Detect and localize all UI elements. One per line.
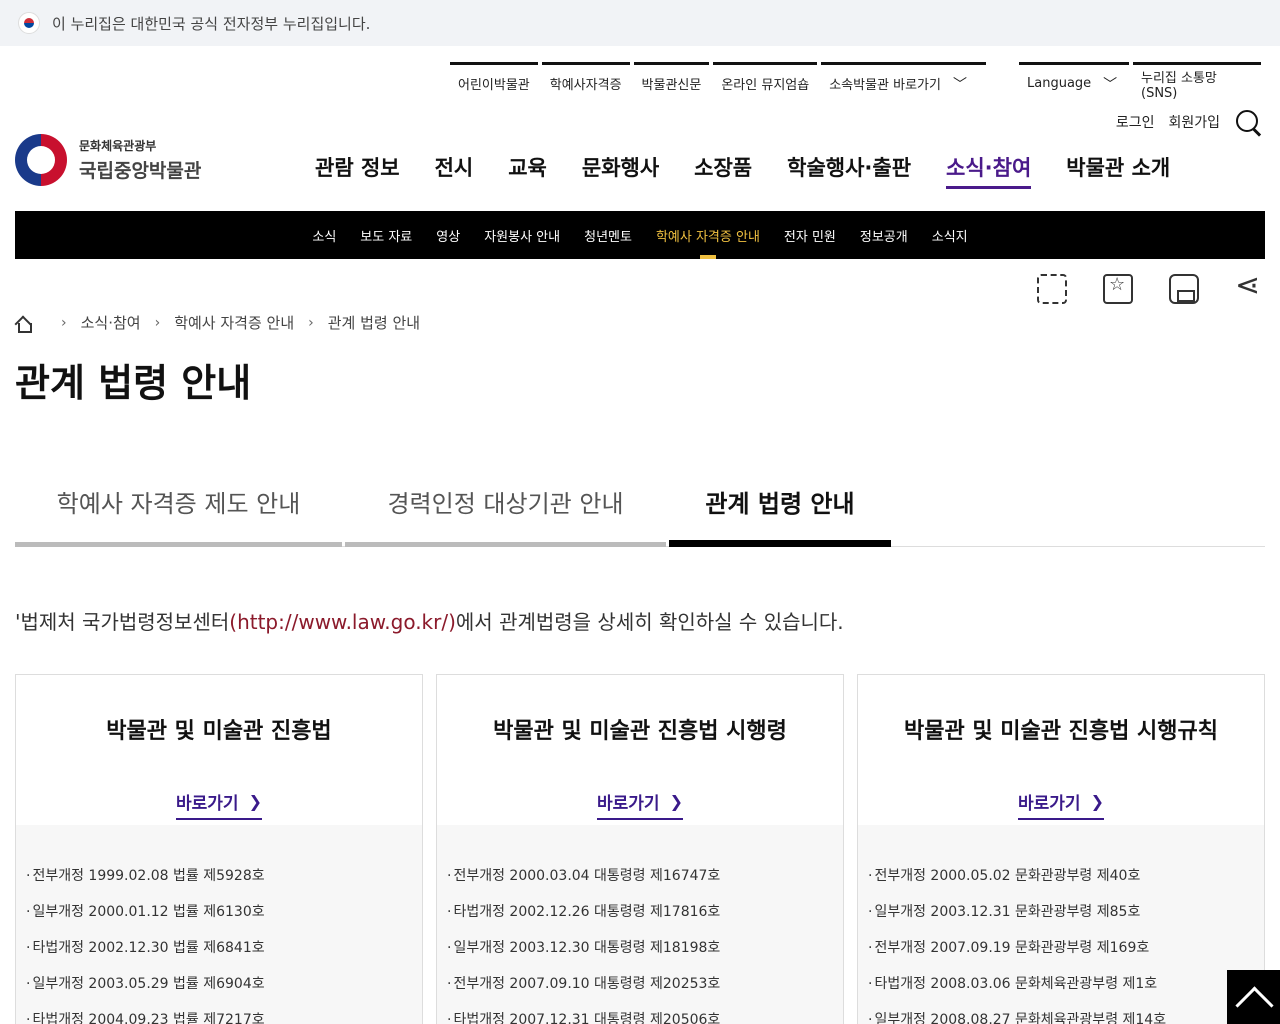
- util-curator-cert[interactable]: 학예사자격증: [541, 62, 630, 102]
- list-item: 전부개정 2000.05.02 문화관광부령 제40호: [868, 865, 1254, 901]
- chevron-right-icon: ›: [308, 314, 314, 331]
- nav-exhibition[interactable]: 전시: [435, 152, 474, 189]
- list-item: 전부개정 2000.03.04 대통령령 제16747호: [447, 865, 833, 901]
- sns-menu[interactable]: 누리집 소통망(SNS): [1133, 62, 1261, 102]
- nav-collection[interactable]: 소장품: [694, 152, 752, 189]
- tab-cert-system[interactable]: 학예사 자격증 제도 안내: [15, 470, 342, 547]
- site-logo[interactable]: 문화체육관광부 국립중앙박물관: [15, 134, 201, 186]
- subnav-curator-cert[interactable]: 학예사 자격증 안내: [644, 211, 772, 259]
- auth-links: 로그인 회원가입: [1116, 108, 1262, 136]
- list-item: 타법개정 2004.09.23 법률 제7217호: [26, 1009, 412, 1024]
- page-tools: [1037, 268, 1265, 304]
- law-card-title: 박물관 및 미술관 진흥법 시행규칙: [904, 719, 1218, 744]
- go-label: 바로가기: [176, 794, 239, 814]
- scroll-top-button[interactable]: [1227, 970, 1280, 1024]
- nav-about[interactable]: 박물관 소개: [1066, 152, 1170, 189]
- logo-ministry: 문화체육관광부: [79, 139, 157, 153]
- subnav-volunteer[interactable]: 자원봉사 안내: [472, 211, 572, 259]
- list-item: 전부개정 2007.09.10 대통령령 제20253호: [447, 973, 833, 1009]
- chevron-down-icon: ﹀: [1103, 76, 1118, 93]
- nav-academic[interactable]: 학술행사·출판: [787, 152, 911, 189]
- util-newspaper[interactable]: 박물관신문: [633, 62, 710, 102]
- list-item: 일부개정 2003.12.30 대통령령 제18198호: [447, 937, 833, 973]
- language-label: Language: [1027, 76, 1092, 91]
- search-icon[interactable]: [1234, 108, 1262, 136]
- list-item: 일부개정 2003.05.29 법률 제6904호: [26, 973, 412, 1009]
- list-item: 타법개정 2008.03.06 문화체육관광부령 제1호: [868, 973, 1254, 1009]
- login-link[interactable]: 로그인: [1116, 112, 1155, 132]
- chevron-down-icon: ﹀: [952, 76, 967, 93]
- law-card-go-button[interactable]: 바로가기 ❯: [597, 789, 683, 820]
- sub-nav: 소식 보도 자료 영상 자원봉사 안내 청년멘토 학예사 자격증 안내 전자 민…: [15, 211, 1265, 259]
- law-card-go-button[interactable]: 바로가기 ❯: [176, 789, 262, 820]
- notice-suffix: 에서 관계법령을 상세히 확인하실 수 있습니다.: [455, 610, 844, 634]
- breadcrumb: › 소식·참여 › 학예사 자격증 안내 › 관계 법령 안내: [15, 312, 420, 333]
- utility-menu: 어린이박물관 학예사자격증 박물관신문 온라인 뮤지엄숍 소속박물관 바로가기 …: [450, 62, 990, 102]
- signup-link[interactable]: 회원가입: [1168, 112, 1220, 132]
- nav-news[interactable]: 소식·참여: [946, 152, 1032, 189]
- list-item: 일부개정 2003.12.31 문화관광부령 제85호: [868, 901, 1254, 937]
- list-item: 타법개정 2002.12.26 대통령령 제17816호: [447, 901, 833, 937]
- law-card-decree: 박물관 및 미술관 진흥법 시행령 바로가기 ❯ 전부개정 2000.03.04 …: [436, 674, 844, 1024]
- util-affiliated-label: 소속박물관 바로가기: [829, 78, 941, 93]
- subnav-disclosure[interactable]: 정보공개: [848, 211, 920, 259]
- list-item: 타법개정 2002.12.30 법률 제6841호: [26, 937, 412, 973]
- list-item: 타법개정 2007.12.31 대통령령 제20506호: [447, 1009, 833, 1024]
- chevron-right-icon: ❯: [1090, 792, 1104, 811]
- subnav-newsletter[interactable]: 소식지: [920, 211, 980, 259]
- breadcrumb-item[interactable]: 소식·참여: [81, 312, 141, 333]
- chevron-right-icon: ›: [61, 314, 67, 331]
- subnav-press[interactable]: 보도 자료: [348, 211, 424, 259]
- tab-related-laws[interactable]: 관계 법령 안내: [669, 470, 891, 547]
- law-card-go-button[interactable]: 바로가기 ❯: [1018, 789, 1104, 820]
- nav-education[interactable]: 교육: [508, 152, 547, 189]
- nav-events[interactable]: 문화행사: [582, 152, 659, 189]
- law-card-rules: 박물관 및 미술관 진흥법 시행규칙 바로가기 ❯ 전부개정 2000.05.02…: [857, 674, 1265, 1024]
- subnav-news[interactable]: 소식: [300, 211, 348, 259]
- chevron-right-icon: ›: [154, 314, 161, 331]
- home-icon[interactable]: [15, 315, 32, 333]
- breadcrumb-item[interactable]: 학예사 자격증 안내: [174, 312, 294, 333]
- go-label: 바로가기: [597, 794, 660, 814]
- law-card-title: 박물관 및 미술관 진흥법: [106, 719, 332, 744]
- chevron-right-icon: ❯: [669, 792, 683, 811]
- main-nav: 관람 정보 전시 교육 문화행사 소장품 학술행사·출판 소식·참여 박물관 소…: [315, 152, 1170, 189]
- korea-flag-icon: [18, 12, 40, 34]
- page-title: 관계 법령 안내: [15, 361, 252, 405]
- gov-banner-text[interactable]: 이 누리집은 대한민국 공식 전자정부 누리집입니다.: [52, 13, 370, 34]
- subnav-video[interactable]: 영상: [424, 211, 472, 259]
- bookmark-star-icon[interactable]: [1103, 274, 1133, 304]
- law-card-title: 박물관 및 미술관 진흥법 시행령: [493, 719, 787, 744]
- util-affiliated-museums[interactable]: 소속박물관 바로가기 ﹀: [821, 62, 987, 102]
- list-item: 일부개정 2000.01.12 법률 제6130호: [26, 901, 412, 937]
- taegeuk-logo-icon: [15, 134, 67, 186]
- logo-museum-name: 국립중앙박물관: [79, 160, 202, 182]
- list-item: 일부개정 2008.08.27 문화체육관광부령 제14호: [868, 1009, 1254, 1024]
- go-label: 바로가기: [1018, 794, 1081, 814]
- gov-banner: 이 누리집은 대한민국 공식 전자정부 누리집입니다.: [0, 0, 1280, 46]
- util-online-shop[interactable]: 온라인 뮤지엄숍: [713, 62, 818, 102]
- qr-code-icon[interactable]: [1037, 274, 1067, 304]
- subnav-e-petition[interactable]: 전자 민원: [772, 211, 848, 259]
- nav-visit-info[interactable]: 관람 정보: [315, 152, 400, 189]
- util-kids-museum[interactable]: 어린이박물관: [450, 62, 538, 102]
- share-icon[interactable]: [1235, 268, 1265, 304]
- tab-career-institutions[interactable]: 경력인정 대상기관 안내: [345, 470, 666, 547]
- chevron-right-icon: ❯: [248, 792, 262, 811]
- law-center-notice: '법제처 국가법령정보센터(http://www.law.go.kr/)에서 관…: [15, 606, 844, 635]
- language-select[interactable]: Language ﹀: [1019, 62, 1129, 102]
- print-icon[interactable]: [1169, 274, 1199, 304]
- content-tabs: 학예사 자격증 제도 안내 경력인정 대상기관 안내 관계 법령 안내: [15, 470, 1265, 547]
- notice-prefix: '법제처 국가법령정보센터: [15, 610, 230, 634]
- list-item: 전부개정 2007.09.19 문화관광부령 제169호: [868, 937, 1254, 973]
- law-center-link[interactable]: (http://www.law.go.kr/): [229, 610, 456, 634]
- subnav-mentor[interactable]: 청년멘토: [572, 211, 644, 259]
- util-right: Language ﹀ 누리집 소통망(SNS): [1019, 62, 1265, 102]
- law-card-act: 박물관 및 미술관 진흥법 바로가기 ❯ 전부개정 1999.02.08 법률 제…: [15, 674, 423, 1024]
- breadcrumb-item[interactable]: 관계 법령 안내: [328, 312, 420, 333]
- list-item: 전부개정 1999.02.08 법률 제5928호: [26, 865, 412, 901]
